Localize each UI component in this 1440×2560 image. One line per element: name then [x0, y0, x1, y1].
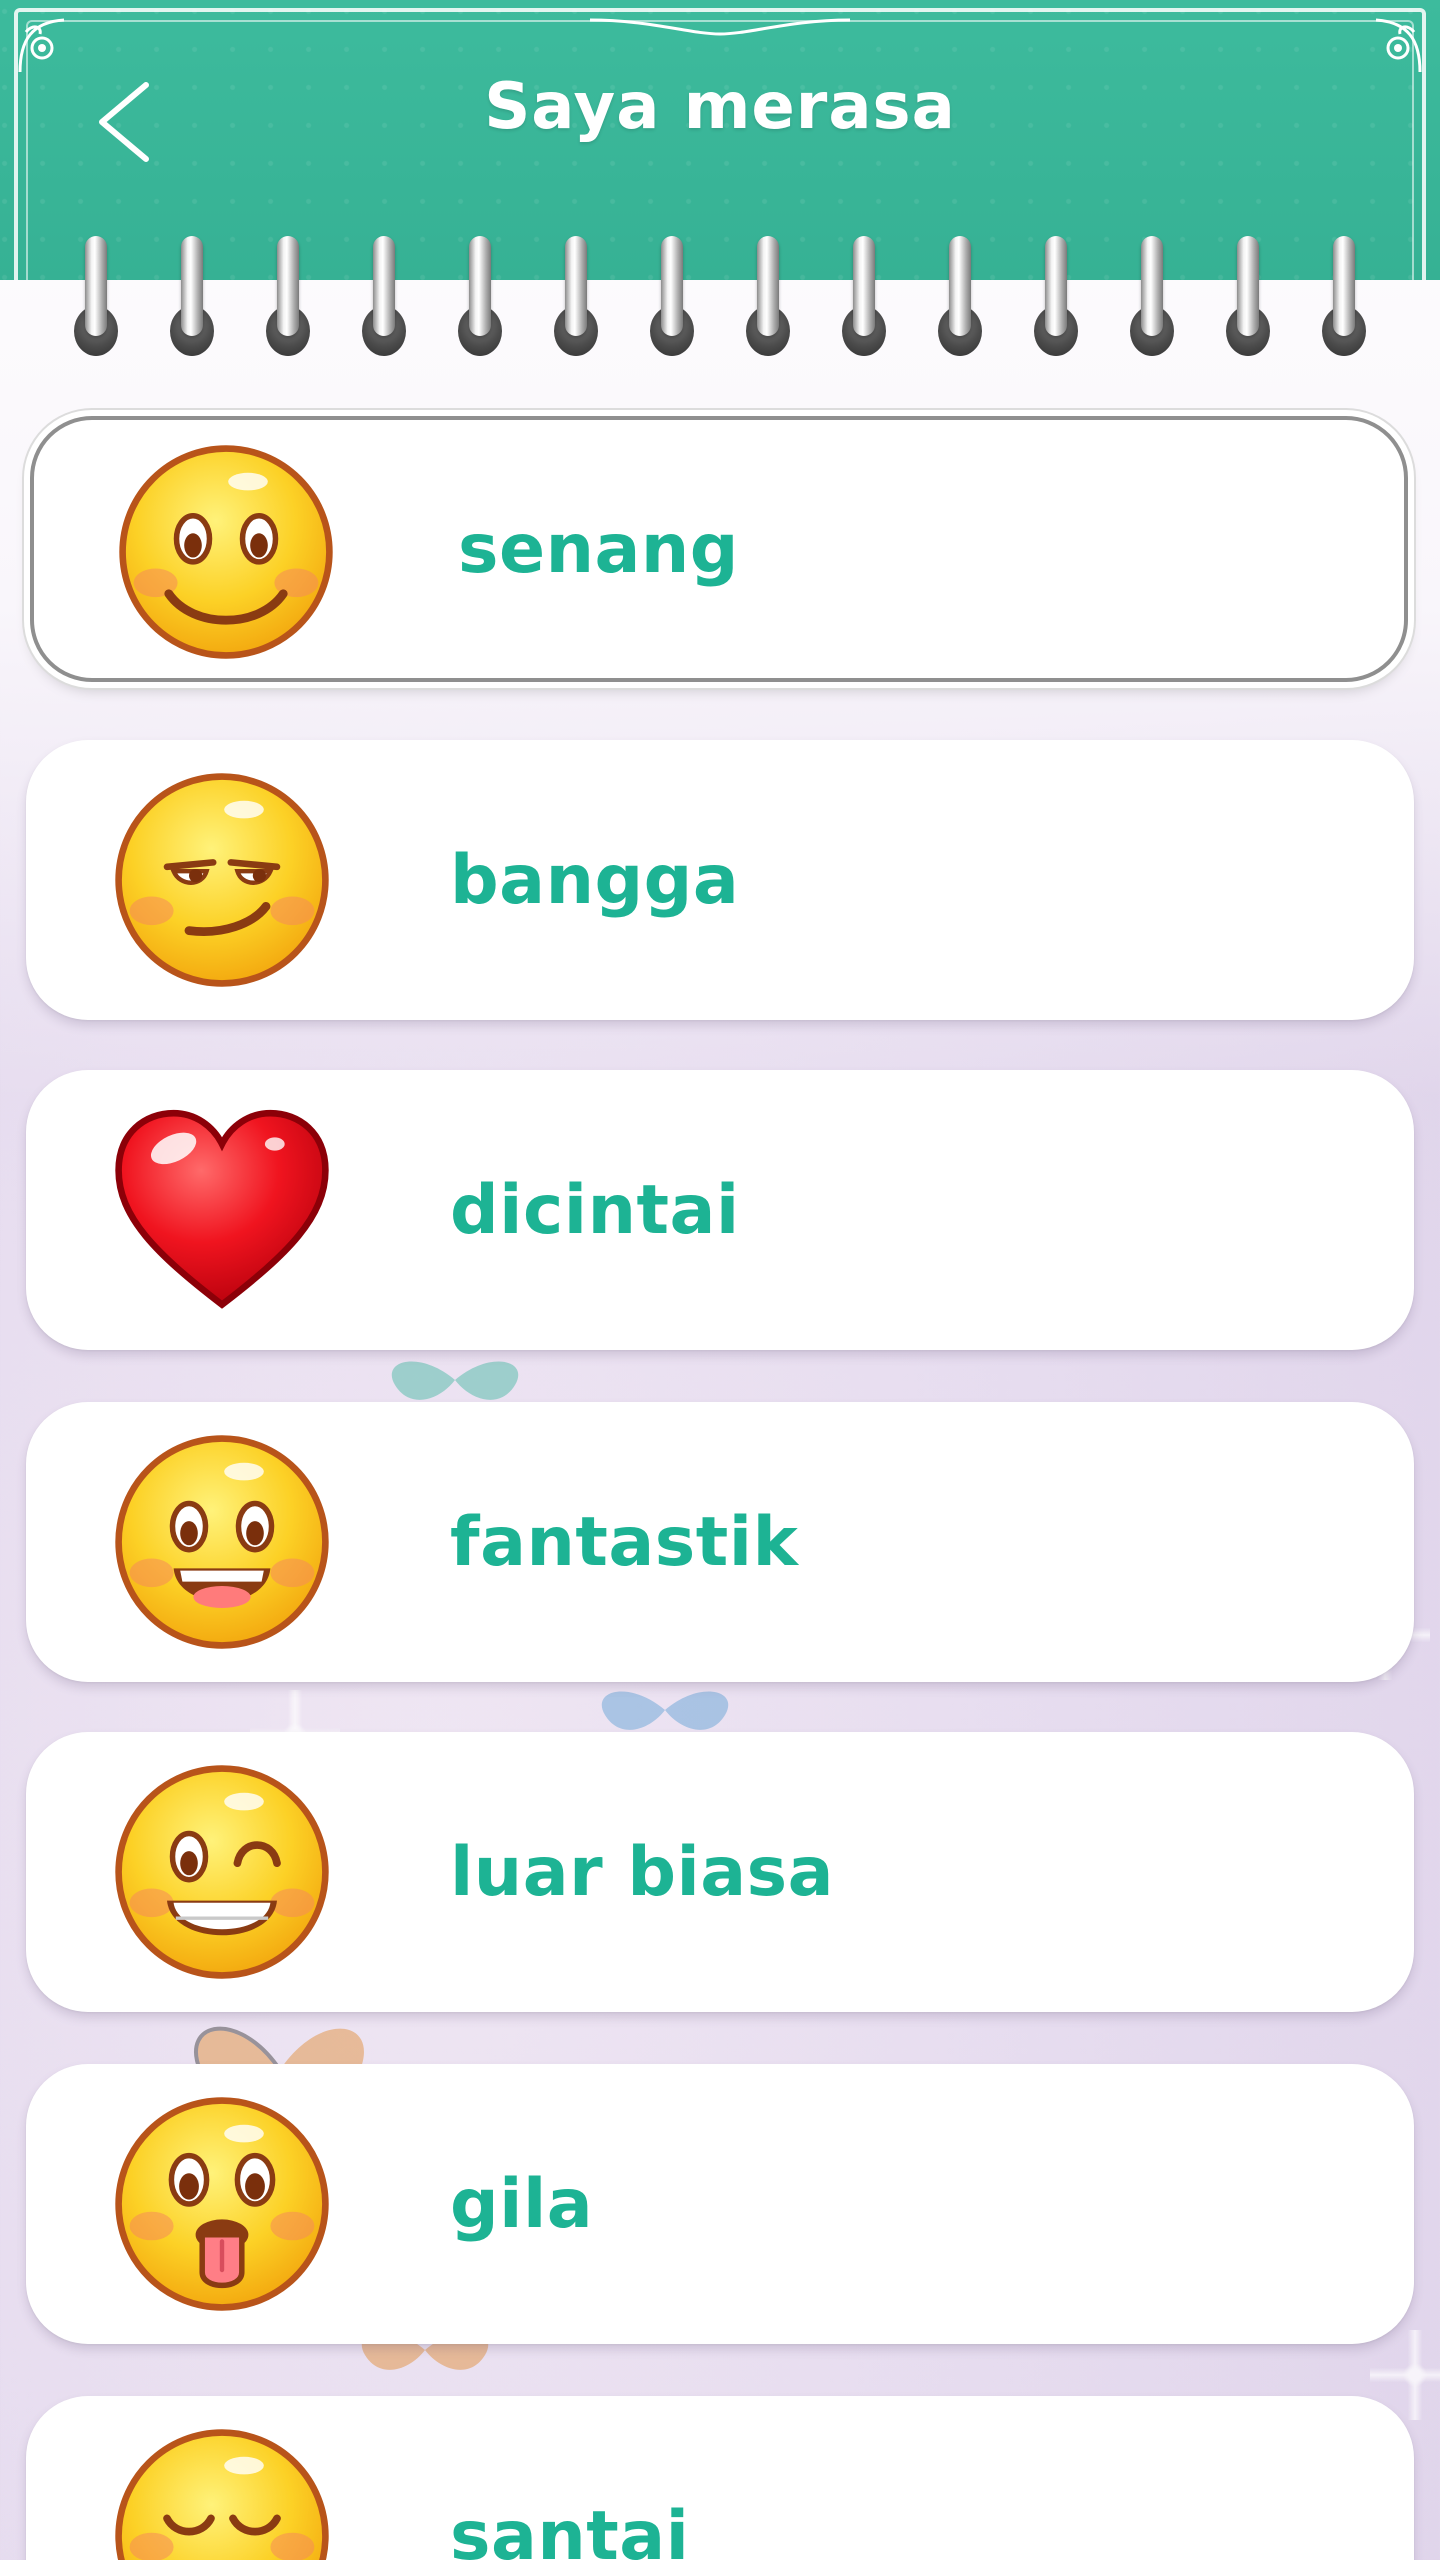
mood-item-senang[interactable]: senang	[30, 416, 1408, 682]
mood-item-dicintai[interactable]: dicintai	[26, 1070, 1414, 1350]
mood-label: fantastik	[450, 1502, 799, 1582]
relieved-face-icon	[115, 2429, 329, 2560]
red-heart-icon	[115, 1109, 329, 1309]
smiling-face-icon	[119, 445, 333, 659]
mood-item-luar-biasa[interactable]: luar biasa	[26, 1732, 1414, 2012]
winking-face-icon	[115, 1765, 329, 1979]
mood-label: gila	[450, 2164, 594, 2244]
mood-label: dicintai	[450, 1170, 740, 1250]
mood-item-fantastik[interactable]: fantastik	[26, 1402, 1414, 1682]
mood-item-santai[interactable]: santai	[26, 2396, 1414, 2560]
mood-label: luar biasa	[450, 1832, 835, 1912]
mood-label: santai	[450, 2496, 690, 2560]
mood-item-bangga[interactable]: bangga	[26, 740, 1414, 1020]
smirking-face-icon	[115, 773, 329, 987]
mood-item-gila[interactable]: gila	[26, 2064, 1414, 2344]
mood-label: bangga	[450, 840, 740, 920]
tongue-out-face-icon	[115, 2097, 329, 2311]
mood-list: senang bangga dicintai fantastik luar bi…	[0, 0, 1440, 2560]
mood-label: senang	[458, 509, 739, 589]
grinning-face-icon	[115, 1435, 329, 1649]
